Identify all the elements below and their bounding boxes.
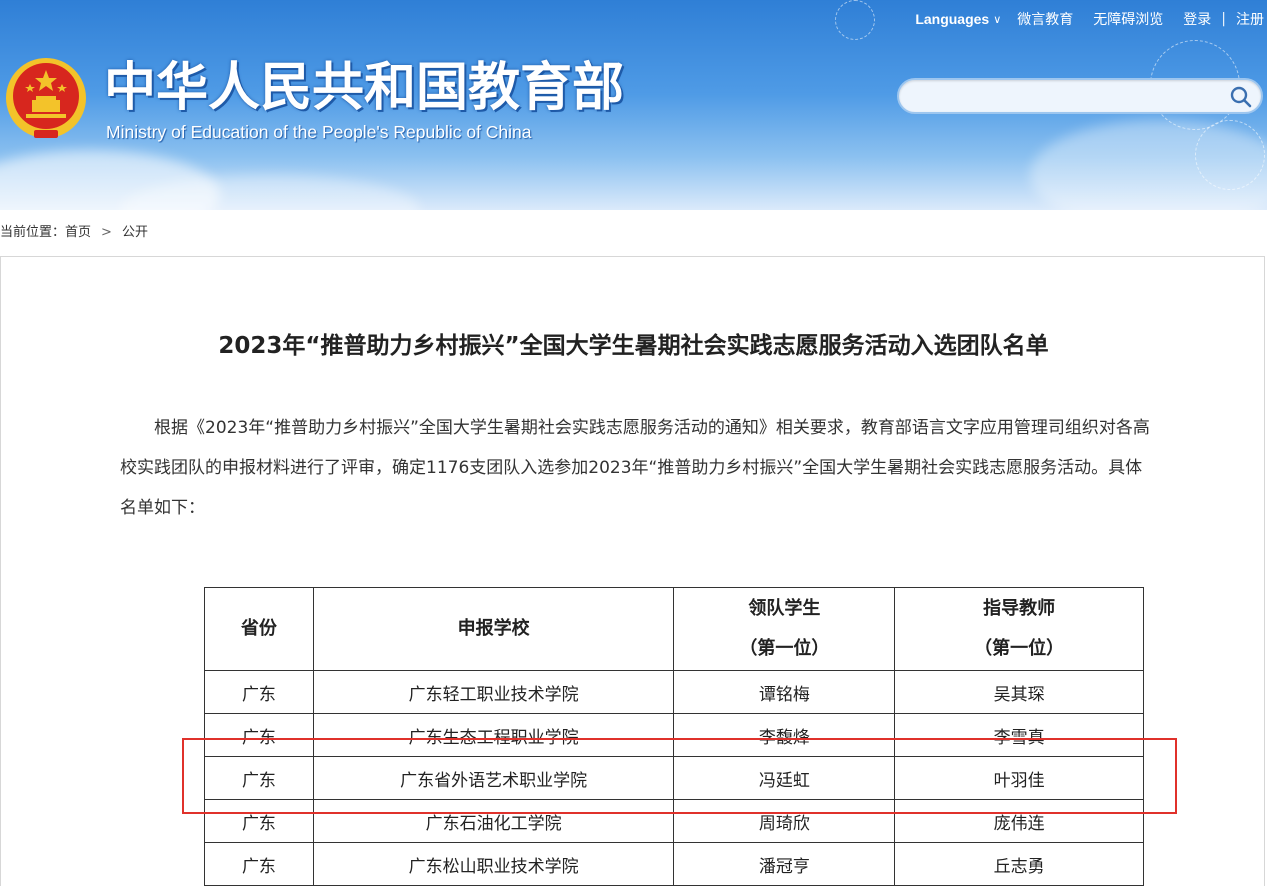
cell-leader: 潘冠亨 xyxy=(673,842,896,886)
cell-province: 广东 xyxy=(204,842,314,886)
breadcrumb-current-link[interactable]: 公开 xyxy=(122,225,148,240)
site-header: 中华人民共和国教育部 Ministry of Education of the … xyxy=(0,0,1267,210)
table-row: 广东 广东生态工程职业学院 李馥烽 李雪真 xyxy=(204,713,1144,757)
login-link[interactable]: 登录 xyxy=(1183,9,1211,29)
cell-teacher: 庞伟连 xyxy=(894,799,1144,843)
header-leader-line2: （第一位） xyxy=(739,638,830,659)
weibo-link[interactable]: 微言教育 xyxy=(1017,9,1073,29)
breadcrumb-arrow-icon: > xyxy=(101,225,112,240)
chevron-down-icon[interactable]: ∨ xyxy=(993,13,1001,26)
breadcrumb-label: 当前位置： xyxy=(0,225,66,240)
dandelion-decoration xyxy=(835,0,875,40)
cell-teacher: 李雪真 xyxy=(894,713,1144,757)
breadcrumb: 当前位置：首页 > 公开 xyxy=(0,221,148,240)
search-icon[interactable] xyxy=(1229,85,1253,109)
header-teacher-line2: （第一位） xyxy=(974,638,1065,659)
cell-teacher: 吴其琛 xyxy=(894,670,1144,714)
cell-province: 广东 xyxy=(204,713,314,757)
nav-separator: | xyxy=(1221,11,1226,27)
cell-leader: 冯廷虹 xyxy=(673,756,896,800)
cell-school: 广东轻工职业技术学院 xyxy=(312,670,675,714)
site-title-chinese[interactable]: 中华人民共和国教育部 xyxy=(104,58,624,118)
national-emblem-icon[interactable] xyxy=(4,56,88,142)
table-header-row: 省份 申报学校 领队学生 （第一位） 指导教师 （第一位） xyxy=(204,587,1144,671)
top-navigation: Languages ∨ 微言教育 无障碍浏览 登录 | 注册 xyxy=(915,9,1264,29)
team-table: 省份 申报学校 领队学生 （第一位） 指导教师 （第一位） 广东 广东轻工职业技… xyxy=(204,587,1144,886)
header-leader: 领队学生 （第一位） xyxy=(673,587,896,671)
article-title: 2023年“推普助力乡村振兴”全国大学生暑期社会实践志愿服务活动入选团队名单 xyxy=(218,333,1049,359)
header-leader-line1: 领队学生 xyxy=(748,598,821,619)
cell-school: 广东松山职业技术学院 xyxy=(312,842,675,886)
cell-school: 广东石油化工学院 xyxy=(312,799,675,843)
header-teacher-line1: 指导教师 xyxy=(983,598,1056,619)
site-title-english[interactable]: Ministry of Education of the People's Re… xyxy=(106,122,532,143)
register-link[interactable]: 注册 xyxy=(1236,9,1264,29)
table-row: 广东 广东松山职业技术学院 潘冠亨 丘志勇 xyxy=(204,842,1144,886)
table-row: 广东 广东石油化工学院 周琦欣 庞伟连 xyxy=(204,799,1144,843)
article-body: 根据《2023年“推普助力乡村振兴”全国大学生暑期社会实践志愿服务活动的通知》相… xyxy=(120,418,1150,518)
header-school: 申报学校 xyxy=(312,587,675,671)
languages-menu[interactable]: Languages xyxy=(915,11,989,27)
header-province: 省份 xyxy=(204,587,314,671)
cell-teacher: 丘志勇 xyxy=(894,842,1144,886)
table-row: 广东 广东省外语艺术职业学院 冯廷虹 叶羽佳 xyxy=(204,756,1144,800)
cell-leader: 周琦欣 xyxy=(673,799,896,843)
header-teacher: 指导教师 （第一位） xyxy=(894,587,1144,671)
cell-teacher: 叶羽佳 xyxy=(894,756,1144,800)
table-row: 广东 广东轻工职业技术学院 谭铭梅 吴其琛 xyxy=(204,670,1144,714)
cell-province: 广东 xyxy=(204,756,314,800)
breadcrumb-home-link[interactable]: 首页 xyxy=(65,225,91,240)
cell-province: 广东 xyxy=(204,799,314,843)
cell-leader: 李馥烽 xyxy=(673,713,896,757)
cell-school: 广东生态工程职业学院 xyxy=(312,713,675,757)
dandelion-decoration xyxy=(1195,120,1265,190)
search-box xyxy=(897,78,1263,114)
cell-province: 广东 xyxy=(204,670,314,714)
cell-leader: 谭铭梅 xyxy=(673,670,896,714)
cell-school: 广东省外语艺术职业学院 xyxy=(312,756,675,800)
accessibility-link[interactable]: 无障碍浏览 xyxy=(1093,9,1163,29)
search-input[interactable] xyxy=(913,84,1213,110)
